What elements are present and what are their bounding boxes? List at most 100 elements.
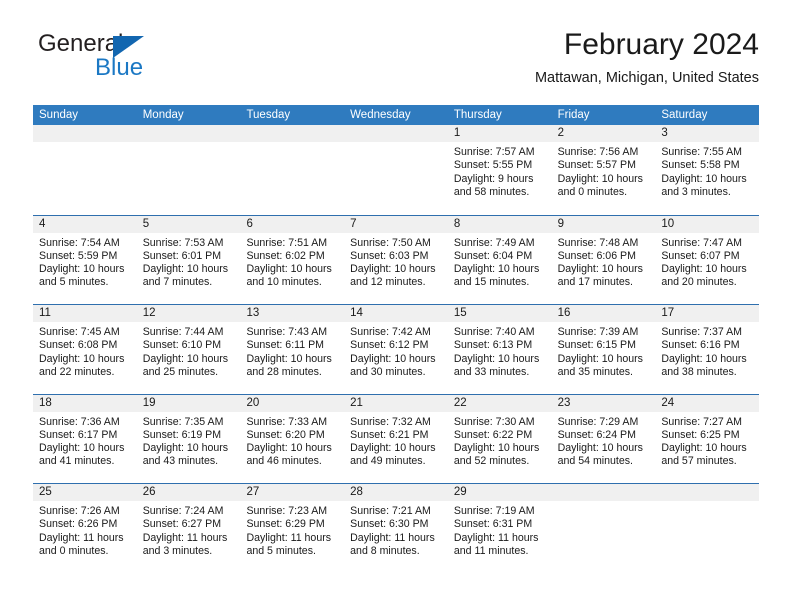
- day-cell[interactable]: 19 Sunrise: 7:35 AM Sunset: 6:19 PM Dayl…: [136, 394, 241, 484]
- day-details: Sunrise: 7:30 AM Sunset: 6:22 PM Dayligh…: [448, 412, 552, 484]
- weekday-header-wednesday: Wednesday: [350, 109, 411, 121]
- sunset-text: Sunset: 6:11 PM: [246, 339, 324, 352]
- week-row: 4 Sunrise: 7:54 AM Sunset: 5:59 PM Dayli…: [33, 214, 760, 305]
- sunset-text: Sunset: 6:27 PM: [142, 518, 222, 531]
- calendar-grid: Sunday Monday Tuesday Wednesday Thursday…: [33, 105, 760, 573]
- daylight-text-line1: Daylight: 10 hours: [246, 352, 332, 365]
- day-cell[interactable]: 25 Sunrise: 7:26 AM Sunset: 6:26 PM Dayl…: [33, 484, 137, 573]
- daylight-text-line1: Daylight: 10 hours: [557, 442, 643, 455]
- daylight-text-line2: and 38 minutes.: [661, 365, 737, 378]
- day-number: [136, 125, 241, 142]
- day-cell[interactable]: 8 Sunrise: 7:49 AM Sunset: 6:04 PM Dayli…: [447, 215, 552, 304]
- title-block: February 2024 Mattawan, Michigan, United…: [535, 28, 759, 87]
- sunrise-text: Sunrise: 7:21 AM: [350, 505, 431, 517]
- day-details: Sunrise: 7:55 AM Sunset: 5:58 PM Dayligh…: [655, 142, 759, 215]
- day-cell[interactable]: [136, 125, 241, 215]
- daylight-text-line2: and 30 minutes.: [350, 365, 426, 378]
- daylight-text-line2: and 3 minutes.: [142, 544, 213, 557]
- day-details: [240, 142, 344, 215]
- day-cell[interactable]: 26 Sunrise: 7:24 AM Sunset: 6:27 PM Dayl…: [136, 484, 241, 573]
- day-cell[interactable]: 11 Sunrise: 7:45 AM Sunset: 6:08 PM Dayl…: [33, 305, 137, 394]
- day-cell[interactable]: 2 Sunrise: 7:56 AM Sunset: 5:57 PM Dayli…: [551, 125, 656, 215]
- day-cell[interactable]: 12 Sunrise: 7:44 AM Sunset: 6:10 PM Dayl…: [136, 305, 241, 394]
- daylight-text-line1: Daylight: 10 hours: [661, 442, 747, 455]
- day-cell[interactable]: 10 Sunrise: 7:47 AM Sunset: 6:07 PM Dayl…: [655, 215, 760, 304]
- daylight-text-line2: and 46 minutes.: [246, 455, 322, 468]
- logo[interactable]: General Blue: [38, 32, 268, 90]
- sunrise-text: Sunrise: 7:29 AM: [557, 415, 639, 428]
- week-row: 1 Sunrise: 7:57 AM Sunset: 5:55 PM Dayli…: [33, 125, 760, 215]
- daylight-text-line1: Daylight: 10 hours: [39, 263, 125, 276]
- day-details: Sunrise: 7:51 AM Sunset: 6:02 PM Dayligh…: [240, 233, 344, 305]
- day-cell[interactable]: 13 Sunrise: 7:43 AM Sunset: 6:11 PM Dayl…: [240, 305, 345, 394]
- sunrise-text: Sunrise: 7:23 AM: [246, 505, 328, 517]
- sunrise-text: Sunrise: 7:55 AM: [661, 146, 742, 158]
- daylight-text-line1: Daylight: 10 hours: [246, 442, 332, 455]
- day-cell[interactable]: 14 Sunrise: 7:42 AM Sunset: 6:12 PM Dayl…: [344, 305, 448, 394]
- day-cell[interactable]: 4 Sunrise: 7:54 AM Sunset: 5:59 PM Dayli…: [33, 215, 137, 304]
- day-cell[interactable]: 21 Sunrise: 7:32 AM Sunset: 6:21 PM Dayl…: [344, 394, 448, 484]
- sunrise-text: Sunrise: 7:35 AM: [142, 415, 224, 428]
- sunrise-text: Sunrise: 7:40 AM: [453, 326, 535, 338]
- daylight-text-line2: and 43 minutes.: [142, 455, 219, 468]
- day-cell[interactable]: 7 Sunrise: 7:50 AM Sunset: 6:03 PM Dayli…: [344, 215, 448, 304]
- day-cell[interactable]: 6 Sunrise: 7:51 AM Sunset: 6:02 PM Dayli…: [240, 215, 345, 305]
- daylight-text-line2: and 7 minutes.: [142, 276, 213, 289]
- day-cell[interactable]: 17 Sunrise: 7:37 AM Sunset: 6:16 PM Dayl…: [655, 305, 760, 394]
- sunrise-text: Sunrise: 7:47 AM: [661, 236, 742, 249]
- daylight-text-line1: Daylight: 11 hours: [453, 531, 539, 544]
- daylight-text-line2: and 5 minutes.: [39, 276, 109, 289]
- day-number: 9: [551, 215, 656, 233]
- sunrise-text: Sunrise: 7:33 AM: [246, 415, 328, 428]
- day-details: Sunrise: 7:48 AM Sunset: 6:06 PM Dayligh…: [552, 233, 656, 305]
- day-cell[interactable]: [344, 125, 448, 215]
- day-cell[interactable]: 23 Sunrise: 7:29 AM Sunset: 6:24 PM Dayl…: [551, 394, 656, 483]
- sunrise-text: Sunrise: 7:56 AM: [557, 146, 639, 158]
- day-number: 22: [447, 394, 552, 412]
- day-cell[interactable]: 15 Sunrise: 7:40 AM Sunset: 6:13 PM Dayl…: [447, 305, 552, 394]
- daylight-text-line2: and 11 minutes.: [453, 544, 529, 557]
- day-details: Sunrise: 7:37 AM Sunset: 6:16 PM Dayligh…: [655, 322, 759, 394]
- daylight-text-line1: Daylight: 9 hours: [453, 172, 534, 185]
- sunrise-text: Sunrise: 7:53 AM: [142, 236, 224, 249]
- day-cell[interactable]: 18 Sunrise: 7:36 AM Sunset: 6:17 PM Dayl…: [33, 394, 137, 483]
- daylight-text-line1: Daylight: 11 hours: [39, 531, 124, 544]
- day-cell[interactable]: 1 Sunrise: 7:57 AM Sunset: 5:55 PM Dayli…: [447, 125, 552, 215]
- day-cell[interactable]: [655, 484, 760, 573]
- day-cell[interactable]: 5 Sunrise: 7:53 AM Sunset: 6:01 PM Dayli…: [136, 215, 241, 305]
- sunset-text: Sunset: 6:02 PM: [246, 249, 325, 262]
- day-cell[interactable]: 3 Sunrise: 7:55 AM Sunset: 5:58 PM Dayli…: [655, 125, 760, 215]
- day-details: Sunrise: 7:53 AM Sunset: 6:01 PM Dayligh…: [137, 233, 241, 305]
- daylight-text-line2: and 33 minutes.: [453, 365, 530, 378]
- day-cell[interactable]: 20 Sunrise: 7:33 AM Sunset: 6:20 PM Dayl…: [240, 394, 345, 483]
- day-cell[interactable]: 24 Sunrise: 7:27 AM Sunset: 6:25 PM Dayl…: [655, 394, 760, 483]
- day-cell[interactable]: [240, 125, 345, 215]
- day-cell[interactable]: 9 Sunrise: 7:48 AM Sunset: 6:06 PM Dayli…: [551, 215, 656, 305]
- daylight-text-line2: and 25 minutes.: [142, 365, 219, 378]
- day-number: [240, 125, 345, 142]
- day-cell[interactable]: 22 Sunrise: 7:30 AM Sunset: 6:22 PM Dayl…: [447, 394, 552, 484]
- sunset-text: Sunset: 6:25 PM: [661, 428, 740, 441]
- day-number: 13: [240, 305, 345, 322]
- sunrise-text: Sunrise: 7:24 AM: [142, 505, 224, 517]
- daylight-text-line1: Daylight: 10 hours: [246, 263, 332, 276]
- daylight-text-line2: and 10 minutes.: [246, 276, 322, 289]
- daylight-text-line2: and 15 minutes.: [453, 276, 530, 289]
- sunrise-text: Sunrise: 7:49 AM: [453, 236, 535, 249]
- day-cell[interactable]: 29 Sunrise: 7:19 AM Sunset: 6:31 PM Dayl…: [447, 484, 552, 573]
- day-cell[interactable]: [33, 125, 137, 215]
- day-details: Sunrise: 7:32 AM Sunset: 6:21 PM Dayligh…: [344, 412, 448, 484]
- daylight-text-line1: Daylight: 10 hours: [453, 352, 540, 365]
- daylight-text-line1: Daylight: 11 hours: [142, 531, 228, 544]
- day-cell[interactable]: [551, 484, 656, 573]
- day-cell[interactable]: 28 Sunrise: 7:21 AM Sunset: 6:30 PM Dayl…: [344, 484, 448, 573]
- day-number: 10: [655, 215, 760, 233]
- sunset-text: Sunset: 6:04 PM: [453, 249, 533, 262]
- daylight-text-line1: Daylight: 10 hours: [557, 172, 643, 185]
- day-cell[interactable]: 27 Sunrise: 7:23 AM Sunset: 6:29 PM Dayl…: [240, 484, 345, 573]
- day-details: Sunrise: 7:24 AM Sunset: 6:27 PM Dayligh…: [137, 501, 241, 573]
- day-cell[interactable]: 16 Sunrise: 7:39 AM Sunset: 6:15 PM Dayl…: [551, 305, 656, 394]
- day-details: Sunrise: 7:35 AM Sunset: 6:19 PM Dayligh…: [137, 412, 241, 484]
- sunset-text: Sunset: 6:17 PM: [39, 428, 118, 441]
- daylight-text-line1: Daylight: 10 hours: [557, 352, 643, 365]
